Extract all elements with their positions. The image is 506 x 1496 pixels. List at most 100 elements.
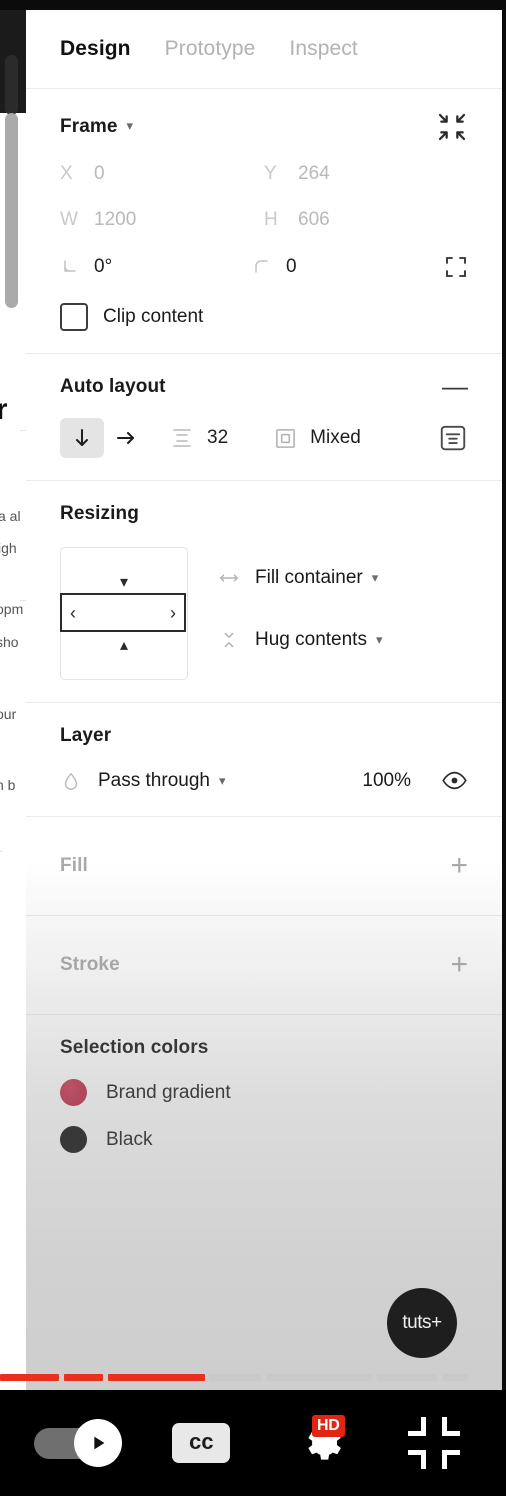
fill-title: Fill	[60, 855, 88, 876]
chevron-up-icon[interactable]: ▴	[120, 635, 128, 655]
fullscreen-line	[421, 1450, 426, 1469]
alignment-icon[interactable]	[438, 423, 468, 453]
frame-title-group[interactable]: Frame ▾	[60, 116, 133, 138]
color-swatch[interactable]	[60, 1126, 87, 1153]
padding-icon	[274, 427, 297, 450]
properties-panel: Design Prototype Inspect Frame ▾ X 0 Y 2…	[26, 10, 502, 1390]
rotation-icon	[60, 257, 94, 277]
horizontal-resizing-field[interactable]: Fill container ▾	[218, 567, 383, 589]
canvas-text-fragment: igh	[0, 540, 17, 556]
gap-icon	[170, 426, 194, 450]
vertical-resize-icon	[218, 629, 240, 651]
resize-preview-widget[interactable]: ▾ ‹ › ▴	[60, 547, 188, 680]
watermark-label: tuts+	[402, 1312, 442, 1333]
chevron-down-icon: ▾	[218, 772, 226, 788]
canvas-heading-fragment: r	[0, 393, 8, 426]
frame-header: Frame ▾	[60, 111, 468, 143]
exit-fullscreen-button[interactable]	[408, 1417, 460, 1469]
canvas-scrollbar-track[interactable]	[5, 113, 18, 308]
padding-field[interactable]: Mixed	[274, 427, 361, 450]
color-swatch[interactable]	[60, 1079, 87, 1106]
x-field[interactable]: X 0	[60, 163, 264, 185]
chevron-down-icon: ▾	[371, 570, 379, 585]
settings-button[interactable]: HD	[286, 1415, 356, 1468]
resizing-controls: ▾ ‹ › ▴ Fill container ▾ Hug contents ▾	[60, 547, 468, 680]
quality-badge[interactable]: HD	[312, 1415, 345, 1437]
padding-value: Mixed	[310, 427, 361, 448]
canvas-text-fragment: opm	[0, 601, 24, 617]
corner-radius-field[interactable]: 0	[252, 256, 444, 278]
canvas-text-fragment: h b	[0, 777, 16, 793]
y-field[interactable]: Y 264	[264, 163, 468, 185]
auto-layout-title: Auto layout	[60, 376, 166, 397]
progress-segment-watched[interactable]	[0, 1374, 59, 1381]
chevron-down-icon: ▾	[126, 118, 134, 133]
chevron-right-icon[interactable]: ›	[170, 604, 176, 622]
clip-content-checkbox[interactable]	[60, 303, 88, 331]
chevron-down-icon[interactable]: ▾	[120, 572, 128, 592]
resizing-title: Resizing	[60, 503, 139, 524]
progress-segment-remaining[interactable]	[209, 1374, 261, 1381]
progress-segment-remaining[interactable]	[266, 1374, 372, 1381]
tab-prototype[interactable]: Prototype	[165, 37, 256, 61]
selection-color-label: Brand gradient	[106, 1081, 231, 1103]
selection-color-label: Black	[106, 1128, 153, 1150]
resize-horizontal-band[interactable]: ‹ ›	[60, 593, 186, 632]
progress-segment-remaining[interactable]	[442, 1374, 468, 1381]
play-icon[interactable]	[74, 1419, 122, 1467]
x-label: X	[60, 163, 73, 184]
h-field[interactable]: H 606	[264, 209, 468, 231]
direction-horizontal-button[interactable]	[104, 418, 148, 458]
canvas-text-fragment: a al	[0, 508, 21, 524]
x-value: 0	[94, 163, 105, 184]
h-value: 606	[298, 209, 330, 230]
clip-content-row[interactable]: Clip content	[60, 303, 468, 331]
vertical-resizing-field[interactable]: Hug contents ▾	[218, 629, 383, 651]
independent-corners-icon[interactable]	[444, 255, 468, 279]
canvas-text-fragment: sho	[0, 634, 19, 650]
rotation-field[interactable]: 0°	[60, 256, 252, 278]
h-label: H	[264, 209, 278, 230]
add-stroke-button[interactable]: +	[450, 950, 468, 980]
fullscreen-line	[421, 1417, 426, 1436]
eye-icon[interactable]	[441, 767, 468, 794]
selection-colors-section: Selection colors Brand gradient Black	[26, 1015, 502, 1175]
auto-layout-section: Auto layout — 32 Mixed	[26, 354, 502, 480]
selection-color-item[interactable]: Brand gradient	[60, 1079, 468, 1106]
captions-button[interactable]: cc	[172, 1423, 230, 1463]
tab-design[interactable]: Design	[60, 37, 131, 61]
chevron-left-icon[interactable]: ‹	[70, 604, 76, 622]
tab-inspect[interactable]: Inspect	[289, 37, 357, 61]
opacity-value[interactable]: 100%	[362, 770, 411, 792]
canvas-text-fragment: our	[0, 706, 17, 722]
canvas-scrollbar-thumb[interactable]	[5, 55, 18, 115]
w-value: 1200	[94, 209, 137, 230]
video-progress-bar[interactable]	[0, 1374, 506, 1381]
gap-field[interactable]: 32	[170, 426, 228, 450]
collapse-arrows-icon[interactable]	[436, 111, 468, 143]
fill-section: Fill +	[26, 817, 502, 915]
w-label: W	[60, 209, 78, 230]
clip-content-label: Clip content	[103, 306, 204, 327]
blend-mode-value[interactable]: Pass through	[98, 770, 210, 792]
frame-title: Frame	[60, 116, 118, 137]
add-fill-button[interactable]: +	[450, 851, 468, 881]
w-field[interactable]: W 1200	[60, 209, 264, 231]
progress-segment-watched[interactable]	[108, 1374, 205, 1381]
chevron-down-icon: ▾	[375, 632, 383, 647]
rotation-value: 0°	[94, 256, 113, 277]
direction-vertical-button[interactable]	[60, 418, 104, 458]
progress-segment-remaining[interactable]	[377, 1374, 437, 1381]
stroke-header: Stroke +	[60, 950, 468, 980]
panel-tabs: Design Prototype Inspect	[26, 10, 502, 88]
selection-colors-title: Selection colors	[60, 1037, 209, 1058]
selection-color-item[interactable]: Black	[60, 1126, 468, 1153]
gap-value: 32	[207, 427, 229, 448]
autoplay-toggle[interactable]	[34, 1419, 122, 1467]
progress-segment-watched[interactable]	[64, 1374, 103, 1381]
tutsplus-watermark: tuts+	[387, 1288, 457, 1358]
blend-mode-icon	[60, 770, 82, 792]
video-controls-bar: cc HD	[0, 1390, 506, 1496]
remove-auto-layout-button[interactable]: —	[442, 374, 468, 399]
stroke-section: Stroke +	[26, 916, 502, 1014]
